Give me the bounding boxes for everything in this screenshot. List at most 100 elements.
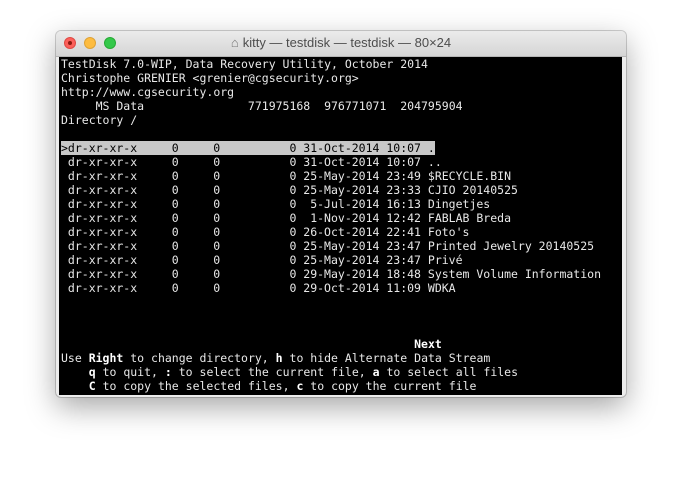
file-name: Printed Jewelry 20140525	[427, 239, 595, 253]
partition-start: 771975168	[247, 99, 311, 113]
file-size: 0	[289, 253, 297, 267]
directory-path: Directory /	[61, 113, 138, 127]
file-uid: 0	[171, 281, 179, 295]
file-perms: dr-xr-xr-x	[67, 141, 138, 155]
file-date: 31-Oct-2014	[303, 155, 380, 169]
file-name: ..	[427, 155, 442, 169]
file-size: 0	[220, 141, 297, 155]
partition-name: MS Data	[95, 99, 145, 113]
file-uid: 0	[171, 239, 179, 253]
file-gid: 0	[213, 267, 221, 281]
file-perms: dr-xr-xr-x	[67, 211, 138, 225]
file-date: 5-Jul-2014	[303, 197, 380, 211]
partition-info: MS Data 771975168 976771071 204795904	[61, 99, 622, 113]
file-uid: 0	[171, 225, 179, 239]
file-uid: 0	[171, 183, 179, 197]
file-size: 0	[289, 183, 297, 197]
file-row[interactable]: dr-xr-xr-x 0 0 0 25-May-2014 23:49 $RECYCLE.B…	[61, 169, 622, 183]
next-page-label[interactable]: Next	[414, 337, 442, 351]
file-size: 0	[289, 155, 297, 169]
file-name: CJIO 20140525	[427, 183, 518, 197]
file-gid: 0	[213, 183, 221, 197]
file-row[interactable]: dr-xr-xr-x 0 0 0 25-May-2014 23:33 CJIO 20140…	[61, 183, 622, 197]
file-time: 23:47	[386, 239, 421, 253]
file-uid: 0	[137, 141, 179, 155]
help-line-3: C to copy the selected files, c to copy …	[88, 379, 477, 393]
file-uid: 0	[171, 253, 179, 267]
file-row[interactable]: dr-xr-xr-x 0 0 0 5-Jul-2014 16:13 Dingetjes	[61, 197, 622, 211]
file-marker	[61, 281, 68, 295]
file-perms: dr-xr-xr-x	[67, 225, 138, 239]
file-perms: dr-xr-xr-x	[67, 183, 138, 197]
file-name: .	[427, 141, 435, 155]
file-marker	[61, 155, 68, 169]
file-perms: dr-xr-xr-x	[67, 169, 138, 183]
file-size: 0	[289, 169, 297, 183]
file-date: 1-Nov-2014	[303, 211, 380, 225]
file-marker	[61, 267, 68, 281]
file-time: 22:41	[386, 225, 421, 239]
file-gid: 0	[213, 239, 221, 253]
file-date: 25-May-2014	[303, 239, 380, 253]
file-list: >dr-xr-xr-x 0 0 0 31-Oct-2014 10:07 . dr-xr-x…	[61, 141, 622, 295]
help-line-2: q to quit, : to select the current file,…	[88, 365, 519, 379]
file-name: FABLAB Breda	[427, 211, 511, 225]
file-date: 29-Oct-2014	[303, 281, 380, 295]
file-time: 18:48	[386, 267, 421, 281]
header-line-1: TestDisk 7.0-WIP, Data Recovery Utility,…	[61, 57, 428, 71]
file-time: 11:09	[386, 281, 421, 295]
file-size: 0	[289, 197, 297, 211]
home-icon: ⌂	[230, 35, 239, 50]
file-date: 26-Oct-2014	[303, 225, 380, 239]
file-size: 0	[289, 267, 297, 281]
file-gid: 0	[213, 211, 221, 225]
file-name: System Volume Information	[427, 267, 601, 281]
file-gid: 0	[178, 141, 221, 155]
partition-end: 976771071	[324, 99, 387, 113]
file-marker	[61, 239, 68, 253]
file-name: WDKA	[427, 281, 456, 295]
file-perms: dr-xr-xr-x	[67, 267, 138, 281]
file-perms: dr-xr-xr-x	[67, 253, 138, 267]
window-title-text: kitty — testdisk — testdisk — 80×24	[242, 35, 452, 50]
file-size: 0	[289, 211, 297, 225]
file-perms: dr-xr-xr-x	[67, 239, 138, 253]
file-gid: 0	[213, 281, 221, 295]
file-uid: 0	[171, 267, 179, 281]
file-row[interactable]: dr-xr-xr-x 0 0 0 29-Oct-2014 11:09 WDKA	[61, 281, 622, 295]
file-time: 12:42	[386, 211, 421, 225]
file-marker	[61, 253, 68, 267]
file-gid: 0	[213, 225, 221, 239]
file-row[interactable]: dr-xr-xr-x 0 0 0 29-May-2014 18:48 System Vol…	[61, 267, 622, 281]
title-bar[interactable]: ⌂ kitty — testdisk — testdisk — 80×24	[56, 31, 626, 57]
file-name: Dingetjes	[427, 197, 491, 211]
file-date: 25-May-2014	[303, 253, 380, 267]
file-date: 25-May-2014	[303, 183, 380, 197]
file-marker	[61, 169, 68, 183]
file-size: 0	[289, 281, 297, 295]
partition-size: 204795904	[400, 99, 463, 113]
file-size: 0	[289, 239, 297, 253]
file-name: Privé	[427, 253, 463, 267]
file-marker: >	[61, 141, 68, 155]
file-row[interactable]: dr-xr-xr-x 0 0 0 31-Oct-2014 10:07 ..	[61, 155, 622, 169]
file-time: 10:07	[386, 155, 421, 169]
file-gid: 0	[213, 253, 221, 267]
window-title: ⌂ kitty — testdisk — testdisk — 80×24	[56, 35, 626, 50]
file-name: Foto's	[427, 225, 470, 239]
file-row[interactable]: dr-xr-xr-x 0 0 0 1-Nov-2014 12:42 FABLAB Bre…	[61, 211, 622, 225]
help-line-1: Use Right to change directory, h to hide…	[61, 351, 491, 365]
terminal-content[interactable]: TestDisk 7.0-WIP, Data Recovery Utility,…	[59, 57, 622, 395]
file-name: $RECYCLE.BIN	[427, 169, 511, 183]
file-row[interactable]: dr-xr-xr-x 0 0 0 26-Oct-2014 22:41 Foto's	[61, 225, 622, 239]
file-time: 23:49	[386, 169, 421, 183]
file-row[interactable]: dr-xr-xr-x 0 0 0 25-May-2014 23:47 Printed Je…	[61, 239, 622, 253]
file-gid: 0	[213, 155, 221, 169]
terminal-window: ⌂ kitty — testdisk — testdisk — 80×24 Tes…	[56, 31, 626, 397]
file-marker	[61, 225, 68, 239]
file-time: 16:13	[386, 197, 421, 211]
header-line-3: http://www.cgsecurity.org	[61, 85, 235, 99]
file-row[interactable]: >dr-xr-xr-x 0 0 0 31-Oct-2014 10:07 .	[61, 141, 622, 155]
file-marker	[61, 183, 68, 197]
file-row[interactable]: dr-xr-xr-x 0 0 0 25-May-2014 23:47 Privé	[61, 253, 622, 267]
